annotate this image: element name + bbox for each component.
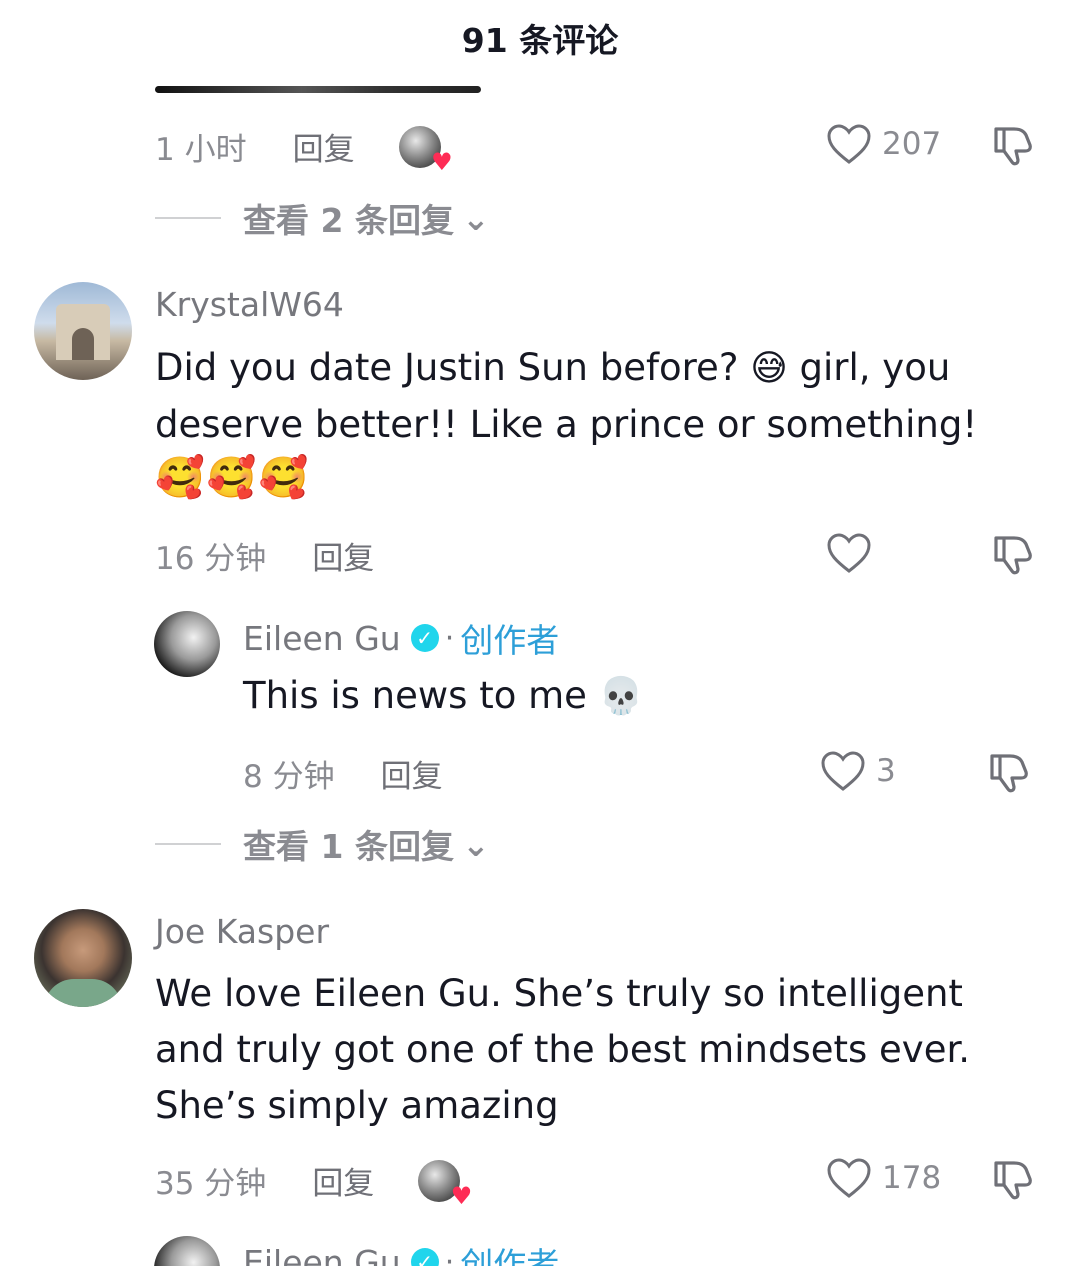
avatar[interactable] (34, 909, 132, 1007)
chevron-down-icon: ⌄ (461, 198, 490, 238)
comment-time: 1 小时 (155, 132, 247, 168)
comment-time: 8 分钟 (243, 759, 335, 795)
chevron-down-icon: ⌄ (461, 824, 490, 864)
reply-button[interactable]: 回复 (312, 533, 374, 578)
comment-time: 16 分钟 (155, 541, 267, 577)
comments-count-title: 91 条评论 (461, 21, 619, 60)
avatar[interactable] (154, 1236, 220, 1266)
creator-liked-avatar: ♥ (418, 1159, 472, 1208)
reply-button[interactable]: 回复 (293, 124, 355, 169)
like-button[interactable] (826, 532, 872, 574)
avatar[interactable] (154, 611, 220, 677)
comment-username[interactable]: Eileen Gu (243, 619, 401, 658)
comment-username[interactable]: Joe Kasper (155, 912, 329, 951)
creator-liked-avatar: ♥ (398, 125, 453, 174)
separator-dot: · (444, 1244, 455, 1266)
thumbs-down-icon[interactable] (990, 532, 1036, 578)
comment-meta-row: 16 分钟 回复 (155, 533, 418, 578)
reply-button[interactable]: 回复 (381, 751, 443, 796)
verified-badge-icon: ✓ (410, 1248, 439, 1266)
sweat-smile-emoji-icon: 😅 (750, 348, 788, 389)
reply-button[interactable]: 回复 (312, 1158, 374, 1203)
verified-badge-icon: ✓ (410, 624, 439, 652)
liked-heart-icon: ♥ (431, 147, 453, 176)
view-replies-button[interactable]: 查看 2 条回复 ⌄ (155, 194, 490, 242)
like-count: 178 (882, 1160, 942, 1196)
comment-text: This is news to me 💀 (243, 668, 1023, 725)
liked-heart-icon: ♥ (450, 1181, 473, 1210)
like-button[interactable]: 3 (820, 750, 896, 792)
comment-text: Did you date Justin Sun before? 😅 girl, … (155, 340, 1035, 453)
like-count: 3 (876, 753, 896, 789)
separator-dot: · (444, 620, 455, 656)
smiling-hearts-emoji-icon: 🥰🥰🥰 (155, 455, 311, 501)
comment-username[interactable]: KrystalW64 (155, 285, 344, 324)
comment-username[interactable]: Eileen Gu (243, 1243, 401, 1266)
comment-text: We love Eileen Gu. She’s truly so intell… (155, 972, 971, 1127)
video-progress-bar (155, 86, 481, 93)
comment-meta-row: 8 分钟 回复 (243, 751, 487, 796)
thumbs-down-icon[interactable] (990, 1157, 1036, 1203)
creator-badge: 创作者 (460, 1245, 560, 1266)
divider-line (155, 843, 221, 845)
thumbs-down-icon[interactable] (990, 123, 1036, 169)
comment-meta-row: 1 小时 回复 ♥ (155, 124, 453, 174)
heart-icon (827, 124, 871, 164)
comment-text-part: This is news to me (243, 674, 599, 717)
like-button[interactable]: 178 (826, 1157, 941, 1199)
reply-author-row: Eileen Gu ✓ · 创作者 (243, 1238, 559, 1266)
comment-meta-row: 35 分钟 回复 ♥ (155, 1158, 472, 1208)
view-replies-button[interactable]: 查看 1 条回复 ⌄ (155, 820, 490, 868)
like-button[interactable]: 207 (826, 123, 941, 165)
heart-icon (827, 533, 871, 573)
reply-author-row: Eileen Gu ✓ · 创作者 (243, 614, 559, 662)
comment-text-part: Did you date Justin Sun before? (155, 346, 751, 389)
divider-line (155, 217, 221, 219)
comment-time: 35 分钟 (155, 1166, 267, 1202)
heart-icon (821, 751, 865, 791)
view-replies-label: 查看 1 条回复 (243, 827, 454, 866)
creator-badge: 创作者 (460, 621, 560, 660)
view-replies-label: 查看 2 条回复 (243, 201, 454, 240)
skull-emoji-icon: 💀 (598, 676, 644, 717)
like-count: 207 (882, 126, 942, 162)
avatar[interactable] (34, 282, 132, 380)
thumbs-down-icon[interactable] (986, 750, 1032, 796)
heart-icon (827, 1158, 871, 1198)
